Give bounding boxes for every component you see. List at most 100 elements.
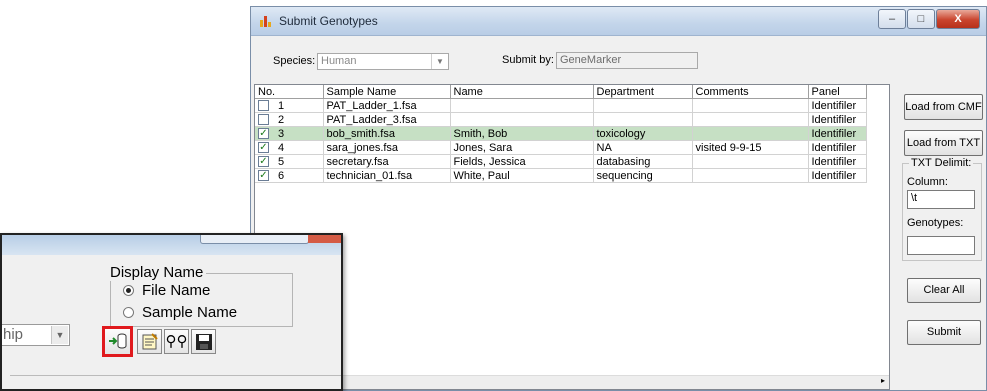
species-value: Human (321, 55, 357, 67)
name-cell[interactable]: Jones, Sara (450, 140, 594, 155)
scroll-right-icon[interactable]: ▸ (881, 376, 885, 385)
inset-divider (10, 375, 341, 376)
row-checkbox[interactable]: ✓ (258, 142, 269, 153)
panel-cell[interactable]: Identifiler (808, 154, 867, 169)
col-header-panel[interactable]: Panel (808, 85, 867, 99)
save-button[interactable] (191, 329, 216, 354)
column-input[interactable]: \t (907, 190, 975, 209)
col-header-name[interactable]: Name (450, 85, 594, 99)
comments-cell[interactable]: visited 9-9-15 (692, 140, 809, 155)
horizontal-scrollbar[interactable]: ◂ ▸ (255, 375, 889, 389)
table-row[interactable]: 2 PAT_Ladder_3.fsa Identifiler (255, 112, 867, 127)
genotype-grid[interactable]: No. Sample Name Name Department Comments… (254, 84, 890, 390)
col-header-department[interactable]: Department (593, 85, 693, 99)
row-number: 3 (278, 127, 285, 140)
table-row[interactable]: ✓ 3 bob_smith.fsa Smith, Bob toxicology Ident… (255, 126, 867, 141)
submit-genotypes-button[interactable] (102, 326, 133, 357)
grid-header: No. Sample Name Name Department Comments… (255, 85, 867, 99)
txt-delimit-title: TXT Delimit: (909, 157, 974, 169)
col-header-sample-name[interactable]: Sample Name (323, 85, 451, 99)
chevron-down-icon[interactable]: ▼ (51, 326, 68, 344)
table-row[interactable]: ✓ 4 sara_jones.fsa Jones, Sara NA visited 9-9… (255, 140, 867, 155)
panel-cell[interactable]: Identifiler (808, 112, 867, 127)
notes-button[interactable] (137, 329, 162, 354)
row-no-cell: ✓ 5 (255, 154, 324, 169)
table-row[interactable]: ✓ 6 technician_01.fsa White, Paul sequencing… (255, 168, 867, 183)
submit-by-label: Submit by: (502, 54, 554, 66)
department-cell[interactable]: sequencing (593, 168, 693, 183)
inset-close-fragment (308, 235, 341, 243)
column-label: Column: (907, 176, 948, 188)
panel-cell[interactable]: Identifiler (808, 168, 867, 183)
name-cell[interactable]: Fields, Jessica (450, 154, 594, 169)
row-no-cell: 1 (255, 98, 324, 113)
table-row[interactable]: ✓ 5 secretary.fsa Fields, Jessica databasing… (255, 154, 867, 169)
comments-cell[interactable] (692, 112, 809, 127)
file-name-radio[interactable]: File Name (123, 282, 210, 299)
sample-name-radio[interactable]: Sample Name (123, 304, 237, 321)
minimize-button[interactable]: – (878, 9, 906, 29)
radio-selected-icon[interactable] (123, 285, 134, 296)
genotypes-label: Genotypes: (907, 217, 964, 229)
comments-cell[interactable] (692, 98, 809, 113)
inset-combo-value: hip (3, 326, 24, 343)
row-checkbox[interactable]: ✓ (258, 156, 269, 167)
panel-cell[interactable]: Identifiler (808, 98, 867, 113)
sample-name-cell[interactable]: sara_jones.fsa (323, 140, 451, 155)
name-cell[interactable] (450, 98, 594, 113)
row-no-cell: ✓ 4 (255, 140, 324, 155)
table-row[interactable]: 1 PAT_Ladder_1.fsa Identifiler (255, 98, 867, 113)
species-label: Species: (273, 55, 316, 67)
department-cell[interactable]: toxicology (593, 126, 693, 141)
row-number: 4 (278, 141, 285, 154)
species-combo[interactable]: Human ▼ (317, 53, 449, 70)
txt-delimit-group: TXT Delimit: Column: \t Genotypes: (902, 157, 982, 261)
comments-cell[interactable] (692, 154, 809, 169)
comments-cell[interactable] (692, 126, 809, 141)
sample-name-cell[interactable]: technician_01.fsa (323, 168, 451, 183)
panel-cell[interactable]: Identifiler (808, 126, 867, 141)
load-from-cmf-button[interactable]: Load from CMF (904, 94, 983, 120)
row-checkbox[interactable] (258, 100, 269, 111)
col-header-comments[interactable]: Comments (692, 85, 809, 99)
panel-cell[interactable]: Identifiler (808, 140, 867, 155)
save-icon (195, 334, 212, 350)
row-checkbox[interactable]: ✓ (258, 170, 269, 181)
genotypes-input[interactable] (907, 236, 975, 255)
sample-name-cell[interactable]: PAT_Ladder_3.fsa (323, 112, 451, 127)
sample-name-cell[interactable]: PAT_Ladder_1.fsa (323, 98, 451, 113)
name-cell[interactable] (450, 112, 594, 127)
submit-genotypes-window: Submit Genotypes – □ X Species: Human ▼ … (250, 6, 987, 391)
department-cell[interactable] (593, 98, 693, 113)
col-header-no[interactable]: No. (255, 85, 324, 99)
load-from-txt-button[interactable]: Load from TXT (904, 130, 983, 156)
inset-window-buttons (200, 235, 309, 244)
submit-button[interactable]: Submit (907, 320, 981, 345)
row-no-cell: ✓ 6 (255, 168, 324, 183)
chevron-down-icon[interactable]: ▼ (431, 54, 448, 69)
name-cell[interactable]: Smith, Bob (450, 126, 594, 141)
department-cell[interactable]: databasing (593, 154, 693, 169)
row-number: 2 (278, 113, 285, 126)
app-icon (260, 16, 271, 27)
department-cell[interactable] (593, 112, 693, 127)
clear-all-button[interactable]: Clear All (907, 278, 981, 303)
inset-combo[interactable]: hip ▼ (2, 324, 70, 346)
find-button[interactable]: ⚲⚲ (164, 329, 189, 354)
window-title: Submit Genotypes (279, 14, 378, 28)
radio-unselected-icon[interactable] (123, 307, 134, 318)
maximize-button[interactable]: □ (907, 9, 935, 29)
department-cell[interactable]: NA (593, 140, 693, 155)
name-cell[interactable]: White, Paul (450, 168, 594, 183)
title-bar: Submit Genotypes – □ X (251, 7, 986, 36)
sample-name-label: Sample Name (142, 304, 238, 321)
row-no-cell: 2 (255, 112, 324, 127)
comments-cell[interactable] (692, 168, 809, 183)
sample-name-cell[interactable]: secretary.fsa (323, 154, 451, 169)
close-button[interactable]: X (936, 9, 980, 29)
row-checkbox[interactable] (258, 114, 269, 125)
row-number: 1 (278, 99, 285, 112)
row-number: 5 (278, 155, 285, 168)
sample-name-cell[interactable]: bob_smith.fsa (323, 126, 451, 141)
row-checkbox[interactable]: ✓ (258, 128, 269, 139)
